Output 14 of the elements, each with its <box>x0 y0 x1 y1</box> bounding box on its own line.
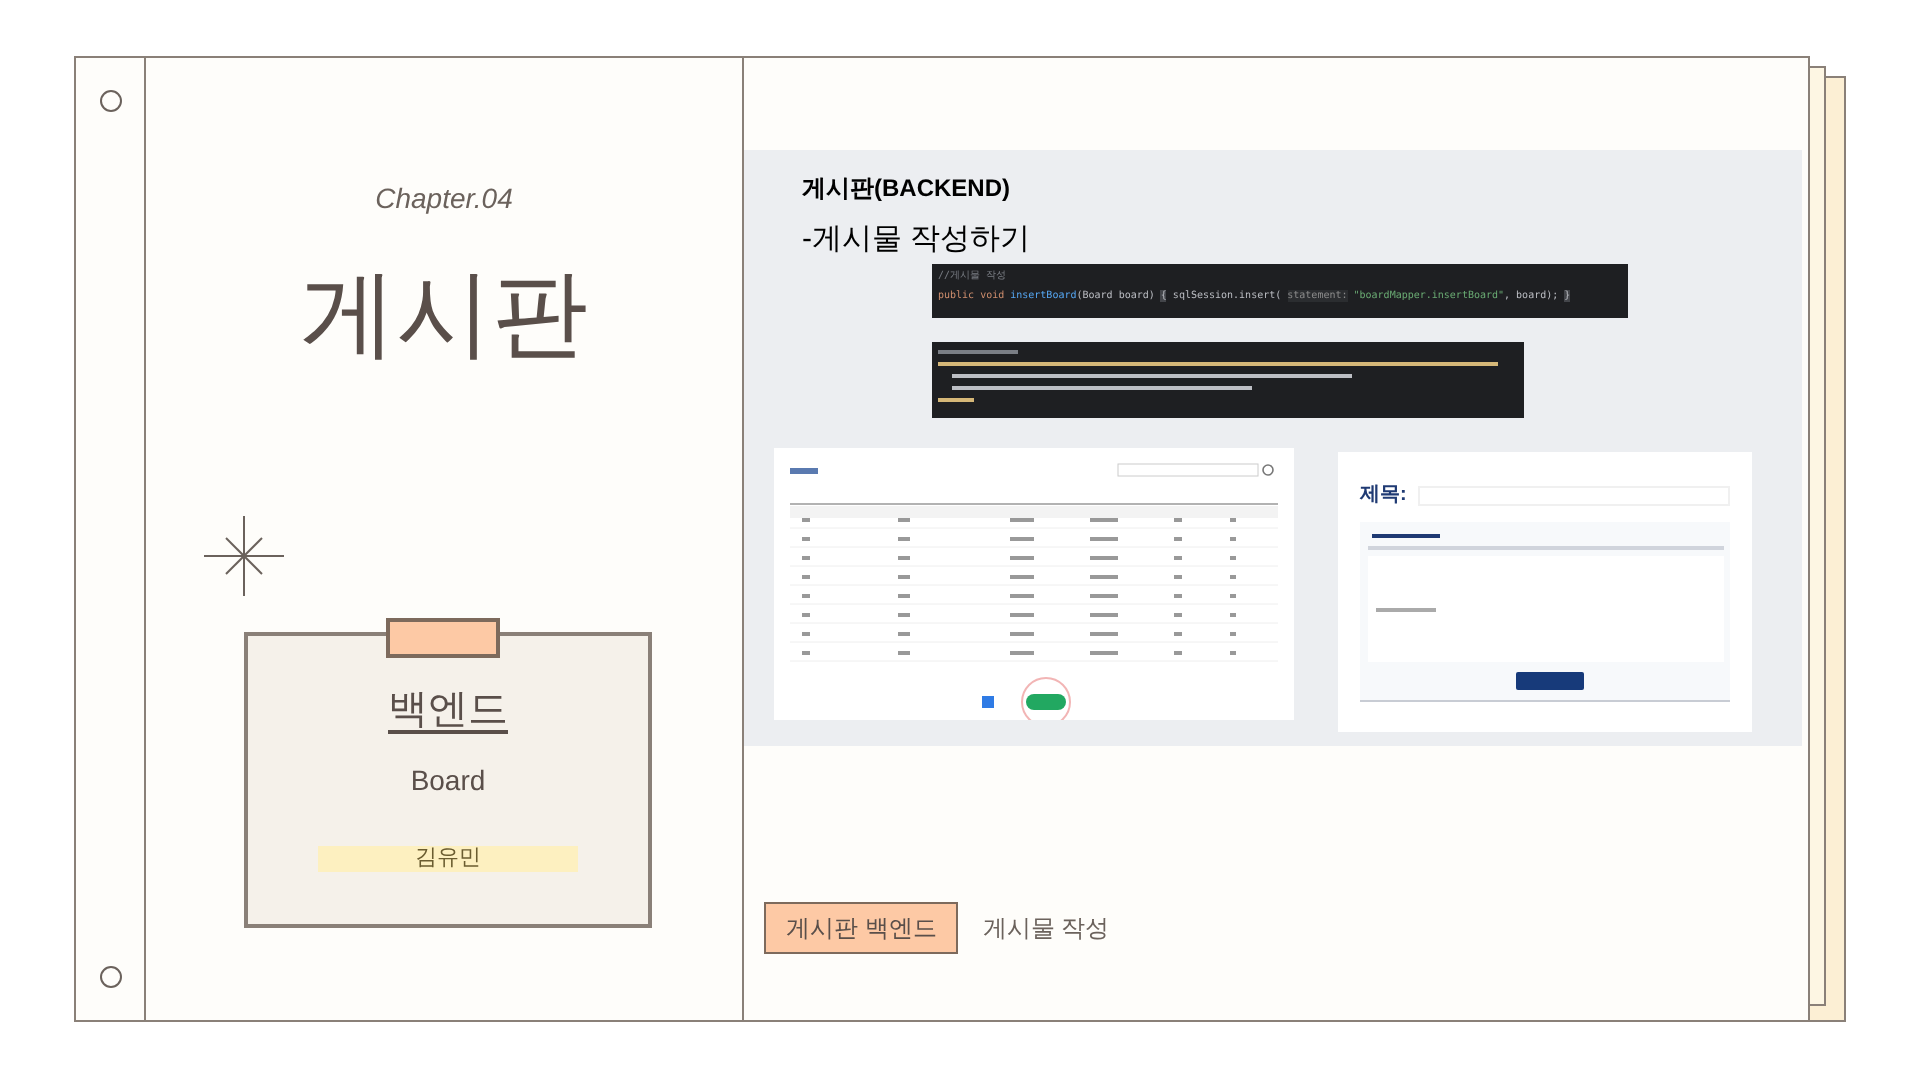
section-heading: 게시판(BACKEND) <box>802 172 1010 206</box>
author-name: 김유민 <box>318 846 578 872</box>
card-subtitle: Board <box>410 762 486 800</box>
section-subheading: -게시물 작성하기 <box>802 220 1031 260</box>
chapter-label: Chapter.04 <box>375 180 513 218</box>
card-heading: 백엔드 <box>388 686 508 736</box>
ring-hole-icon <box>99 966 121 988</box>
title-label: 제목: <box>1360 486 1407 506</box>
ring-hole-icon <box>99 90 121 112</box>
sparkle-icon <box>204 516 284 596</box>
footer-tag: 게시물 작성 <box>982 904 1110 952</box>
footer-tag: 게시판 백엔드 <box>764 902 959 954</box>
tape-strip <box>386 618 500 658</box>
chapter-title: 게시판 <box>300 268 588 364</box>
